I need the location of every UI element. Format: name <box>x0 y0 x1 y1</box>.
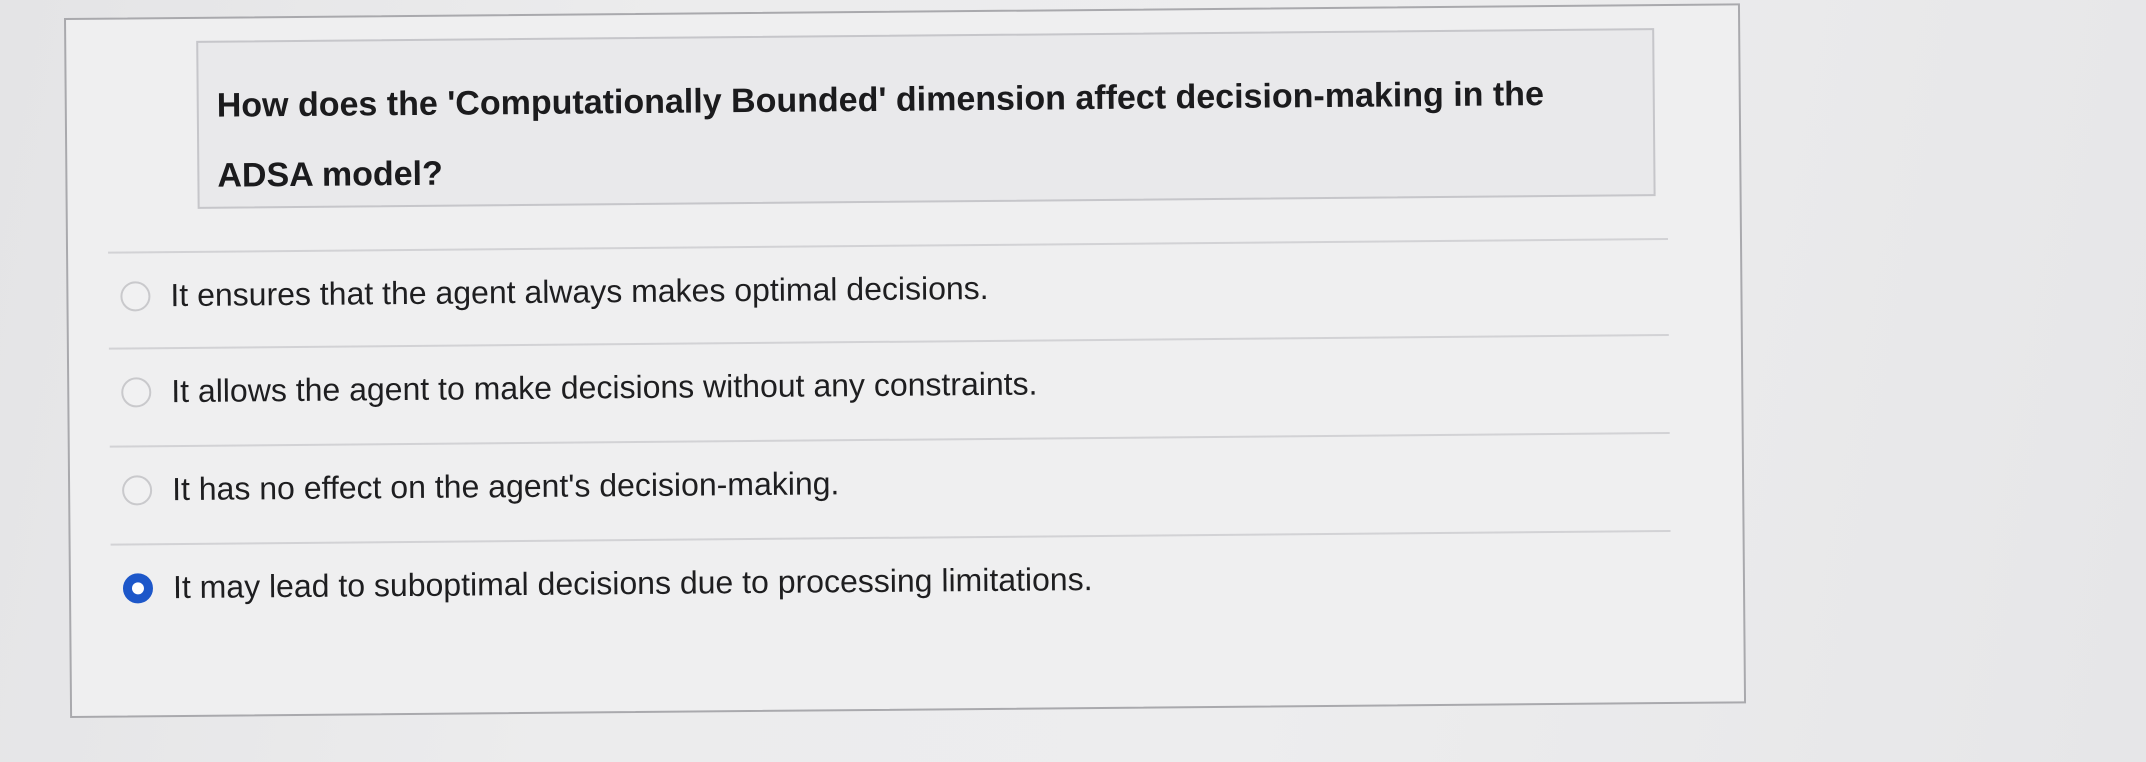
option-label-2[interactable]: It allows the agent to make decisions wi… <box>171 366 1038 411</box>
question-text: How does the 'Computationally Bounded' d… <box>216 75 1545 195</box>
option-label-1[interactable]: It ensures that the agent always makes o… <box>170 270 988 314</box>
option-label-3[interactable]: It has no effect on the agent's decision… <box>172 465 840 508</box>
option-row-4[interactable]: It may lead to suboptimal decisions due … <box>110 530 1671 606</box>
option-row-3[interactable]: It has no effect on the agent's decision… <box>109 432 1670 508</box>
divider <box>109 432 1670 448</box>
question-box: How does the 'Computationally Bounded' d… <box>196 28 1656 209</box>
radio-button-1[interactable] <box>120 281 151 312</box>
radio-button-4-selected[interactable] <box>122 573 154 604</box>
option-row-1[interactable]: It ensures that the agent always makes o… <box>108 238 1668 314</box>
divider <box>108 238 1668 254</box>
option-row-2[interactable]: It allows the agent to make decisions wi… <box>108 334 1669 411</box>
radio-button-2[interactable] <box>121 377 152 408</box>
divider <box>108 334 1669 350</box>
divider <box>110 530 1671 546</box>
option-label-4[interactable]: It may lead to suboptimal decisions due … <box>173 561 1093 606</box>
radio-button-3[interactable] <box>121 475 153 506</box>
question-card: How does the 'Computationally Bounded' d… <box>64 3 1747 718</box>
